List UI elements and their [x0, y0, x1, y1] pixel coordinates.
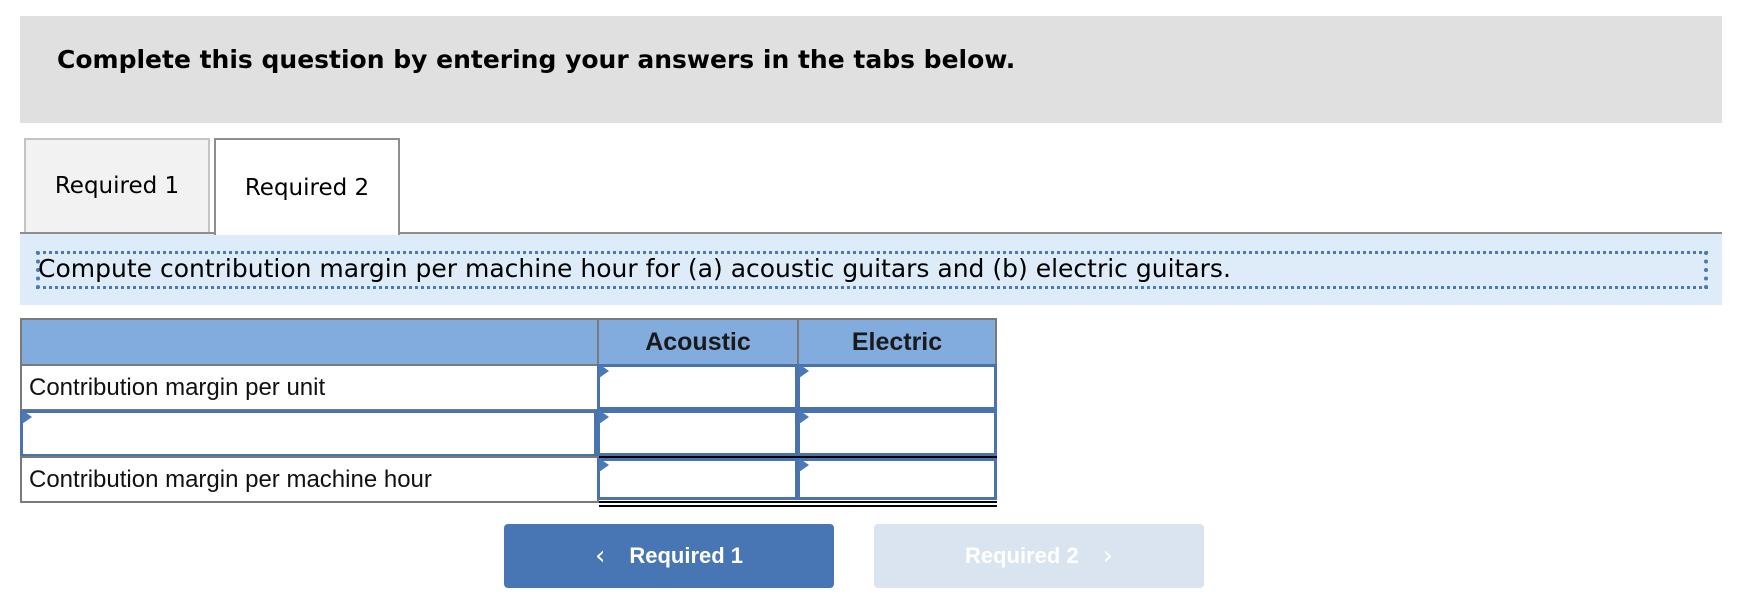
row-2-label-field[interactable] — [23, 413, 594, 454]
table-row-label: Contribution margin per unit — [20, 364, 599, 411]
electric-cm-per-machine-hour-field[interactable] — [800, 461, 994, 497]
prev-button-label: Required 1 — [629, 543, 744, 568]
tab-required-2[interactable]: Required 2 — [214, 138, 400, 235]
column-header-acoustic: Acoustic — [597, 318, 799, 366]
column-header-label — [20, 318, 599, 366]
acoustic-cm-per-unit-field[interactable] — [600, 367, 795, 407]
electric-cm-per-machine-hour-input[interactable] — [797, 458, 997, 500]
tab-label: Required 2 — [244, 174, 370, 201]
tab-label: Required 1 — [54, 173, 180, 199]
instruction-text: Compute contribution margin per machine … — [38, 254, 1231, 283]
input-indicator-icon — [599, 458, 609, 472]
acoustic-row-2-field[interactable] — [600, 413, 795, 453]
chevron-right-icon: › — [1102, 541, 1114, 571]
column-header-electric: Electric — [797, 318, 997, 366]
double-underline-top — [599, 501, 997, 503]
input-indicator-icon — [599, 410, 609, 424]
electric-cm-per-unit-input[interactable] — [797, 364, 997, 410]
row-2-label-input[interactable] — [20, 410, 597, 457]
prev-required-1-button[interactable]: ‹ Required 1 — [504, 524, 834, 588]
next-button-label: Required 2 — [964, 543, 1079, 568]
next-required-2-button[interactable]: Required 2 › — [874, 524, 1204, 588]
acoustic-cm-per-machine-hour-input[interactable] — [597, 458, 798, 500]
answer-table: Acoustic Electric Contribution margin pe… — [20, 318, 997, 507]
double-underline-bottom — [599, 505, 997, 507]
acoustic-cm-per-unit-input[interactable] — [597, 364, 798, 410]
input-indicator-icon — [799, 364, 809, 378]
electric-row-2-field[interactable] — [800, 413, 994, 453]
input-indicator-icon — [22, 410, 32, 424]
row-label-text: Contribution margin per unit — [29, 373, 326, 401]
instruction-band: Compute contribution margin per machine … — [20, 234, 1722, 305]
table-row-label: Contribution margin per machine hour — [20, 456, 599, 503]
chevron-left-icon: ‹ — [594, 541, 606, 571]
electric-cm-per-unit-field[interactable] — [800, 367, 994, 407]
acoustic-row-2-input[interactable] — [597, 410, 798, 456]
acoustic-cm-per-machine-hour-field[interactable] — [600, 461, 795, 497]
input-indicator-icon — [599, 364, 609, 378]
column-header-text: Acoustic — [645, 327, 751, 356]
input-indicator-icon — [799, 458, 809, 472]
question-instructions-title: Complete this question by entering your … — [57, 45, 1016, 74]
question-header: Complete this question by entering your … — [20, 16, 1722, 123]
column-header-text: Electric — [851, 327, 943, 356]
electric-row-2-input[interactable] — [797, 410, 997, 456]
tab-bar: Required 1 Required 2 — [20, 138, 1722, 235]
tab-required-1[interactable]: Required 1 — [24, 138, 210, 232]
input-indicator-icon — [799, 410, 809, 424]
row-label-text: Contribution margin per machine hour — [29, 465, 432, 493]
